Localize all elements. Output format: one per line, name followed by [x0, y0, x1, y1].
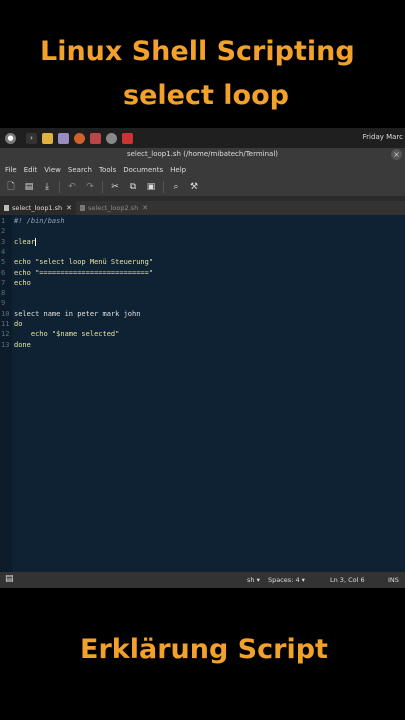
code-line: select name in peter mark john [14, 309, 141, 318]
tab-close-icon[interactable]: ✕ [66, 204, 72, 212]
system-panel: ● › Friday Marc [0, 128, 405, 148]
insert-mode[interactable]: INS [388, 576, 399, 584]
menu-bar: File Edit View Search Tools Documents He… [0, 162, 405, 178]
line-number: 5 [1, 258, 6, 267]
replace-icon[interactable]: ⚒ [187, 180, 201, 194]
search-icon[interactable]: ⌕ [169, 180, 183, 194]
language-label: sh [247, 576, 255, 584]
mint-menu-icon[interactable]: ● [5, 132, 16, 144]
save-icon[interactable]: ⤓ [40, 180, 54, 194]
settings-icon[interactable] [106, 132, 117, 144]
redo-icon[interactable]: ↷ [83, 180, 97, 194]
files-icon[interactable] [58, 132, 69, 144]
code-line: echo "$name selected" [14, 330, 120, 339]
indent-label: Spaces: 4 [268, 576, 300, 584]
terminal-icon[interactable]: › [26, 132, 37, 144]
video-title-line2: select loop [123, 80, 289, 111]
undo-icon[interactable]: ↶ [65, 180, 79, 194]
firefox-icon[interactable] [74, 132, 85, 144]
line-number: 11 [1, 320, 10, 328]
file-icon [80, 205, 86, 211]
code-editor[interactable]: 1 2 3 4 5 6 7 8 9 10 11 12 13 #! /bin/ba… [0, 215, 405, 572]
video-title-line1: Linux Shell Scripting [40, 36, 355, 67]
status-bar: ▤ sh ▾ Spaces: 4 ▾ Ln 3, Col 6 INS [0, 572, 405, 588]
code-line: clear [14, 237, 36, 246]
sidebar-toggle-icon[interactable]: ▤ [5, 574, 14, 584]
line-number: 4 [1, 247, 6, 256]
tab-select-loop1[interactable]: select_loop1.sh ✕ [0, 201, 77, 215]
app2-icon[interactable] [122, 132, 133, 144]
app-icon[interactable] [90, 132, 101, 144]
desktop-screen: ● › Friday Marc select_loop1.sh (/home/m… [0, 128, 405, 588]
toolbar-separator [59, 181, 60, 193]
toolbar-separator [102, 181, 103, 193]
menu-help[interactable]: Help [170, 166, 186, 174]
folder-icon[interactable] [42, 132, 53, 144]
window-title: select_loop1.sh (/home/mibatech/Terminal… [126, 150, 279, 158]
cut-icon[interactable]: ✂ [108, 180, 122, 194]
code-line: echo "select loop Menü Steuerung" [14, 258, 154, 267]
line-number: 8 [1, 289, 6, 298]
video-caption-bottom: Erklärung Script [80, 634, 328, 665]
line-number: 12 [1, 330, 10, 339]
code-line: echo "==========================" [14, 268, 154, 277]
toolbar-separator [163, 181, 164, 193]
line-number: 2 [1, 227, 6, 236]
code-line: done [14, 340, 31, 349]
line-number: 3 [1, 237, 6, 246]
copy-icon[interactable]: ⧉ [126, 180, 140, 194]
line-number: 10 [1, 309, 10, 318]
menu-documents[interactable]: Documents [123, 166, 163, 174]
clock[interactable]: Friday Marc [363, 133, 403, 141]
close-icon[interactable]: × [391, 149, 402, 160]
cursor-position[interactable]: Ln 3, Col 6 [330, 576, 365, 584]
tab-label: select_loop2.sh [88, 204, 139, 212]
tab-select-loop2[interactable]: select_loop2.sh ✕ [76, 201, 152, 215]
line-number: 7 [1, 278, 6, 287]
new-file-icon[interactable]: 🗋 [4, 180, 18, 194]
line-number: 6 [1, 268, 6, 277]
tab-bar: select_loop1.sh ✕ select_loop2.sh ✕ [0, 201, 405, 215]
menu-edit[interactable]: Edit [24, 166, 38, 174]
line-number-gutter: 1 2 3 4 5 6 7 8 9 10 11 12 13 [0, 215, 12, 572]
paste-icon[interactable]: ▣ [144, 180, 158, 194]
code-line: #! /bin/bash [14, 217, 65, 225]
toolbar: 🗋 ▤ ⤓ ↶ ↷ ✂ ⧉ ▣ ⌕ ⚒ [0, 178, 405, 197]
menu-tools[interactable]: Tools [99, 166, 116, 174]
text-cursor [35, 237, 37, 246]
menu-view[interactable]: View [44, 166, 61, 174]
line-number: 13 [1, 340, 10, 349]
line-number: 9 [1, 299, 6, 308]
window-titlebar[interactable]: select_loop1.sh (/home/mibatech/Terminal… [0, 148, 405, 162]
tab-label: select_loop1.sh [12, 204, 63, 212]
line-number: 1 [1, 217, 6, 225]
code-line: echo [14, 278, 31, 287]
code-line: do [14, 320, 23, 328]
menu-search[interactable]: Search [68, 166, 92, 174]
file-icon [4, 205, 9, 211]
language-selector[interactable]: sh ▾ [247, 576, 260, 584]
indent-selector[interactable]: Spaces: 4 ▾ [268, 576, 305, 584]
code-line-with-cursor: clear [14, 237, 37, 246]
tab-close-icon[interactable]: ✕ [142, 204, 148, 212]
menu-file[interactable]: File [5, 166, 17, 174]
open-file-icon[interactable]: ▤ [22, 180, 36, 194]
